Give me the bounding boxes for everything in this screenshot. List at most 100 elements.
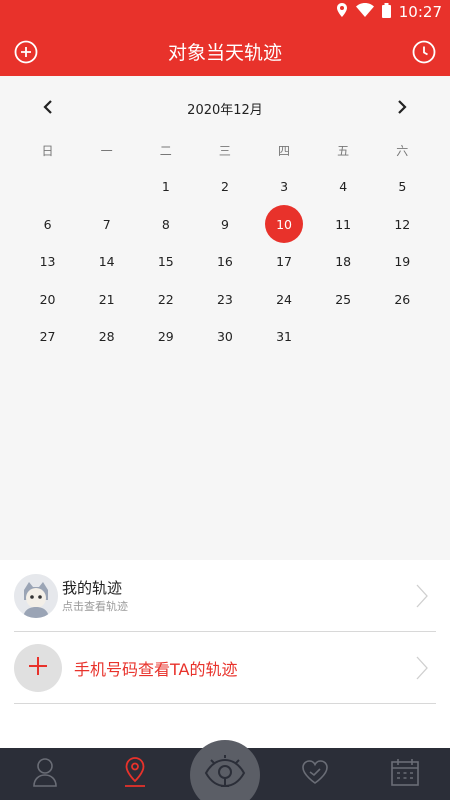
- weekday-label: 一: [100, 144, 113, 158]
- calendar-day[interactable]: 9: [195, 206, 254, 244]
- weekday-label: 五: [337, 144, 350, 158]
- weekday-label: 三: [218, 144, 231, 158]
- calendar-day[interactable]: 8: [136, 206, 195, 244]
- calendar-day[interactable]: 7: [77, 206, 136, 244]
- calendar-day-number: 12: [394, 216, 411, 232]
- plus-icon: [28, 656, 48, 680]
- calendar-day[interactable]: 31: [255, 318, 314, 356]
- calendar-day[interactable]: 21: [77, 281, 136, 319]
- calendar-day[interactable]: 1: [136, 168, 195, 206]
- my-track-subtitle: 点击查看轨迹: [62, 599, 128, 613]
- weekday-label: 二: [159, 144, 172, 158]
- prev-month-button[interactable]: [34, 94, 62, 122]
- heart-icon: [301, 759, 329, 789]
- weekday-label: 四: [278, 144, 291, 158]
- nav-favorites[interactable]: [270, 748, 360, 800]
- calendar-day-number: 5: [398, 179, 407, 195]
- phone-track-title: 手机号码查看TA的轨迹: [74, 659, 238, 679]
- weekday-row: 日 一 二 三 四 五 六: [18, 142, 432, 159]
- calendar-header: 2020年12月: [0, 94, 450, 122]
- top-bar: 10:27 对象当天轨迹: [0, 0, 450, 76]
- nav-track[interactable]: [90, 748, 180, 800]
- add-phone-button[interactable]: [14, 643, 62, 692]
- calendar-day[interactable]: 4: [314, 168, 373, 206]
- calendar-day-number: 13: [39, 254, 56, 270]
- calendar-day[interactable]: 2: [195, 168, 254, 206]
- calendar-day-number: 10: [265, 205, 304, 244]
- weekday-label: 六: [396, 144, 409, 158]
- calendar-day-number: 25: [335, 291, 352, 307]
- calendar-day-number: 9: [220, 216, 229, 232]
- calendar-day-number: 18: [335, 254, 352, 270]
- calendar-day[interactable]: 25: [314, 281, 373, 319]
- nav-calendar[interactable]: [360, 748, 450, 800]
- calendar-day-number: 31: [276, 329, 293, 345]
- my-track-title: 我的轨迹: [62, 578, 123, 597]
- calendar-day[interactable]: 10: [255, 205, 314, 244]
- phone-track-row[interactable]: 手机号码查看TA的轨迹: [14, 632, 436, 704]
- calendar-day[interactable]: 3: [255, 168, 314, 206]
- calendar-day-empty: [77, 168, 136, 206]
- calendar-day[interactable]: 12: [373, 206, 432, 244]
- avatar: [14, 573, 58, 618]
- calendar-day[interactable]: 20: [18, 281, 77, 319]
- wifi-icon: [355, 3, 374, 21]
- calendar-day[interactable]: 14: [77, 243, 136, 281]
- calendar-day[interactable]: 24: [255, 281, 314, 319]
- weekday-label: 日: [41, 144, 54, 158]
- calendar-day[interactable]: 27: [18, 318, 77, 356]
- status-time: 10:27: [398, 3, 442, 21]
- calendar-day-number: 4: [339, 179, 348, 195]
- calendar-day[interactable]: 29: [136, 318, 195, 356]
- calendar-day[interactable]: 23: [195, 281, 254, 319]
- calendar-day[interactable]: 6: [18, 206, 77, 244]
- bottom-nav: [0, 740, 450, 800]
- calendar-day-number: 27: [39, 329, 56, 345]
- calendar-day-number: 26: [394, 291, 411, 307]
- calendar-days-grid: 1 2 3 4 5 6 7 8 9 10 11 12 13 14 15 16 17 18 19 20 21 22 23 24 2…: [18, 168, 432, 356]
- my-track-row[interactable]: 我的轨迹 点击查看轨迹: [14, 560, 436, 632]
- calendar-day-number: 19: [394, 254, 411, 270]
- page-title: 对象当天轨迹: [167, 42, 282, 64]
- history-button[interactable]: [411, 40, 437, 68]
- calendar-day[interactable]: 30: [195, 318, 254, 356]
- calendar-day-empty: [373, 318, 432, 356]
- calendar-day-number: 11: [335, 216, 352, 232]
- location-icon: [336, 3, 348, 21]
- calendar-day-number: 29: [157, 329, 174, 345]
- battery-icon: [381, 2, 391, 22]
- calendar-day[interactable]: 16: [195, 243, 254, 281]
- calendar-month-label: 2020年12月: [187, 102, 263, 118]
- calendar-day-empty: [18, 168, 77, 206]
- calendar-day-number: 14: [98, 254, 115, 270]
- calendar-day-number: 20: [39, 291, 56, 307]
- calendar-day-number: 6: [43, 216, 52, 232]
- calendar-day[interactable]: 11: [314, 206, 373, 244]
- calendar-day[interactable]: 17: [255, 243, 314, 281]
- calendar-day-number: 16: [216, 254, 233, 270]
- calendar-day-number: 23: [216, 291, 233, 307]
- calendar-day-number: 15: [157, 254, 174, 270]
- calendar: 2020年12月 日 一 二 三 四 五 六 1 2 3 4 5 6 7 8 9 10 11 12 13…: [0, 76, 450, 560]
- nav-profile[interactable]: [0, 748, 90, 800]
- calendar-day[interactable]: 13: [18, 243, 77, 281]
- next-month-button[interactable]: [388, 94, 416, 122]
- calendar-day[interactable]: 18: [314, 243, 373, 281]
- calendar-day[interactable]: 5: [373, 168, 432, 206]
- calendar-day-number: 1: [161, 179, 170, 195]
- calendar-day-number: 24: [276, 291, 293, 307]
- eye-icon: [203, 755, 247, 795]
- calendar-day[interactable]: 19: [373, 243, 432, 281]
- calendar-day-number: 30: [216, 329, 233, 345]
- calendar-day-empty: [314, 318, 373, 356]
- clock-icon: [412, 40, 436, 68]
- calendar-day-number: 2: [220, 179, 229, 195]
- track-list: 我的轨迹 点击查看轨迹 手机号码查看TA的轨迹: [0, 560, 450, 748]
- calendar-day[interactable]: 28: [77, 318, 136, 356]
- calendar-day-number: 7: [102, 216, 111, 232]
- calendar-day-number: 28: [98, 329, 115, 345]
- calendar-day-number: 3: [280, 179, 289, 195]
- calendar-day[interactable]: 15: [136, 243, 195, 281]
- calendar-day[interactable]: 26: [373, 281, 432, 319]
- calendar-day[interactable]: 22: [136, 281, 195, 319]
